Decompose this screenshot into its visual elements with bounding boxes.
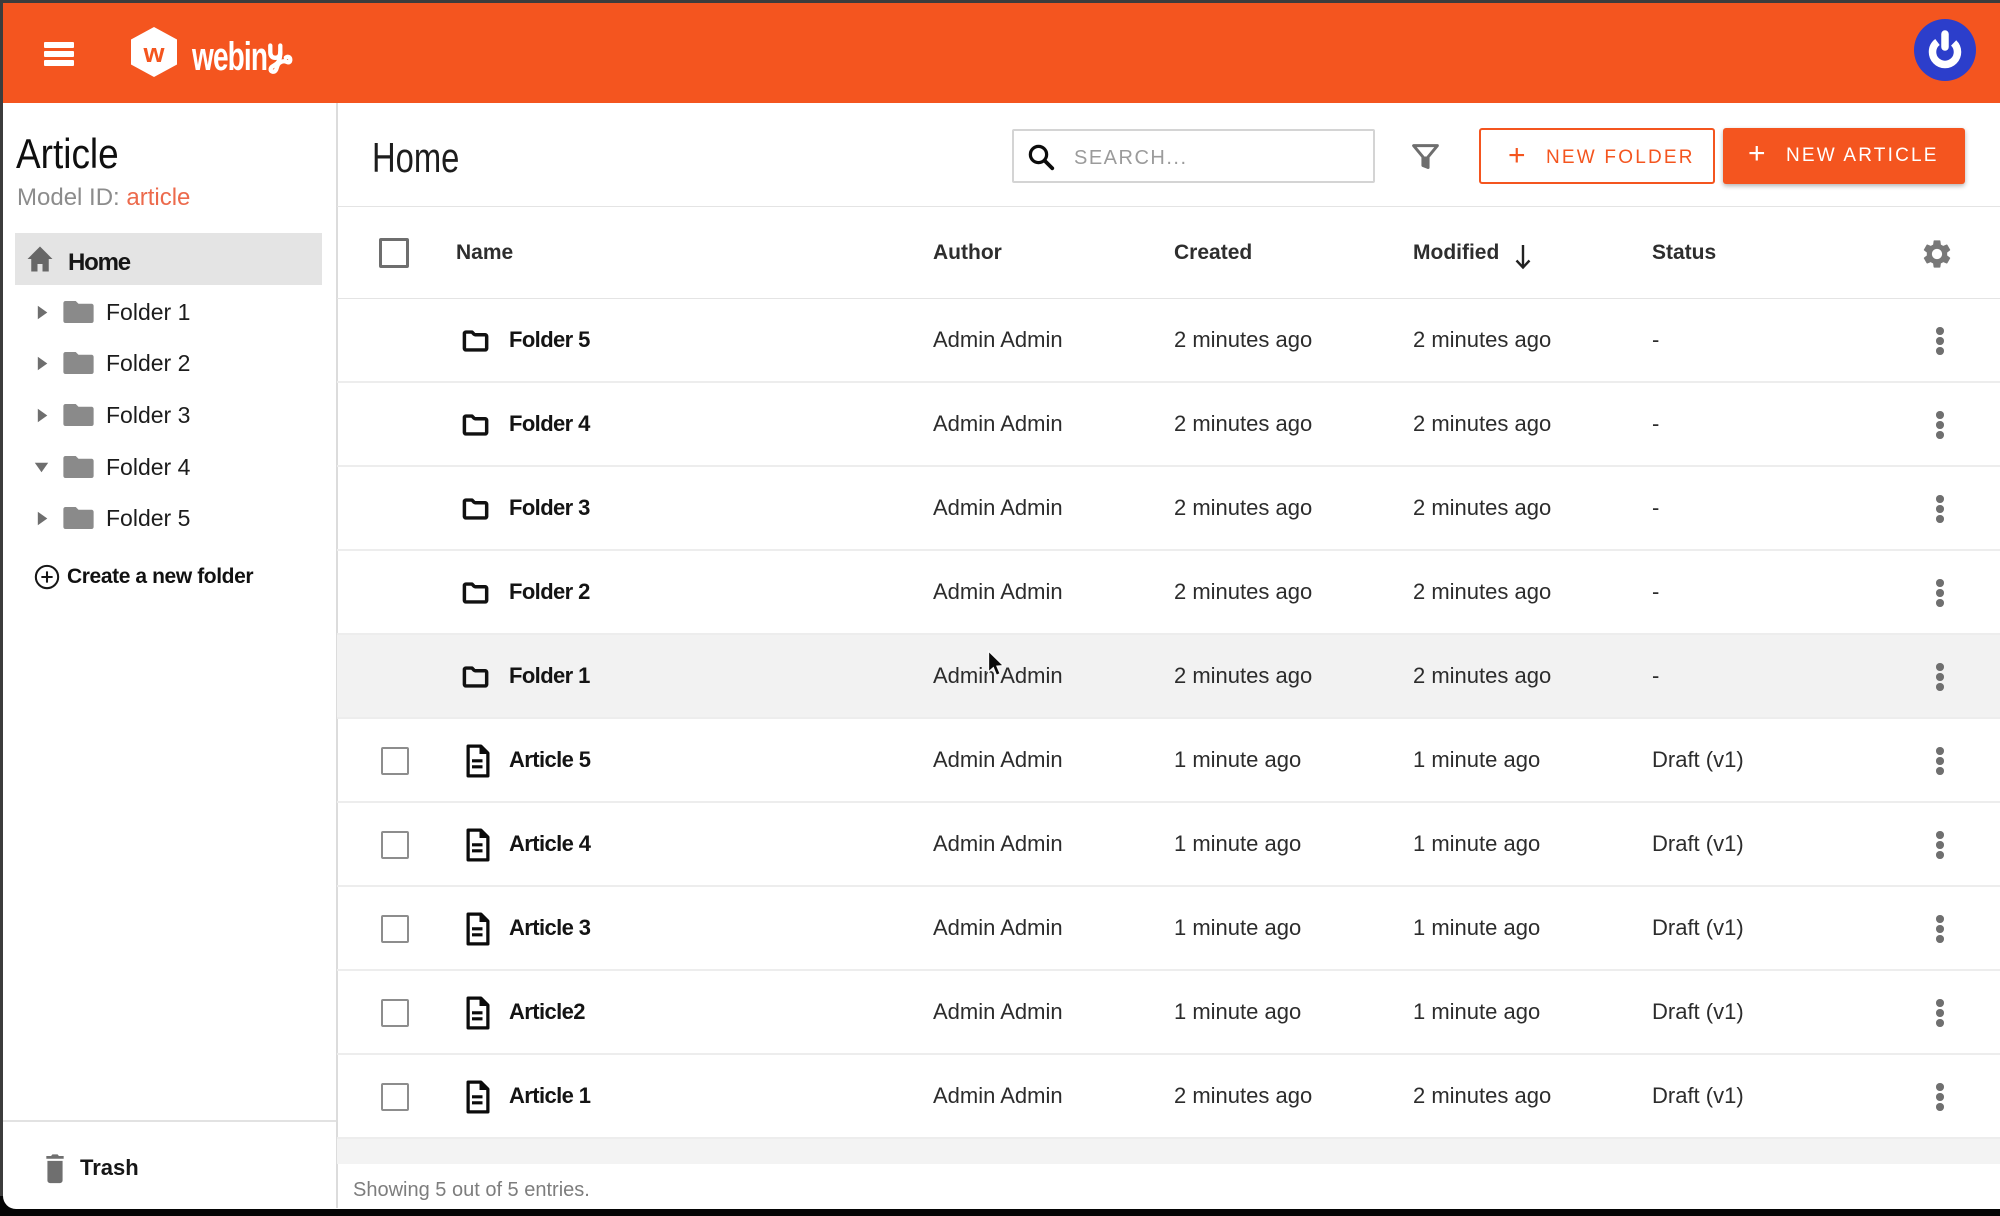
svg-text:w: w [142, 38, 165, 68]
